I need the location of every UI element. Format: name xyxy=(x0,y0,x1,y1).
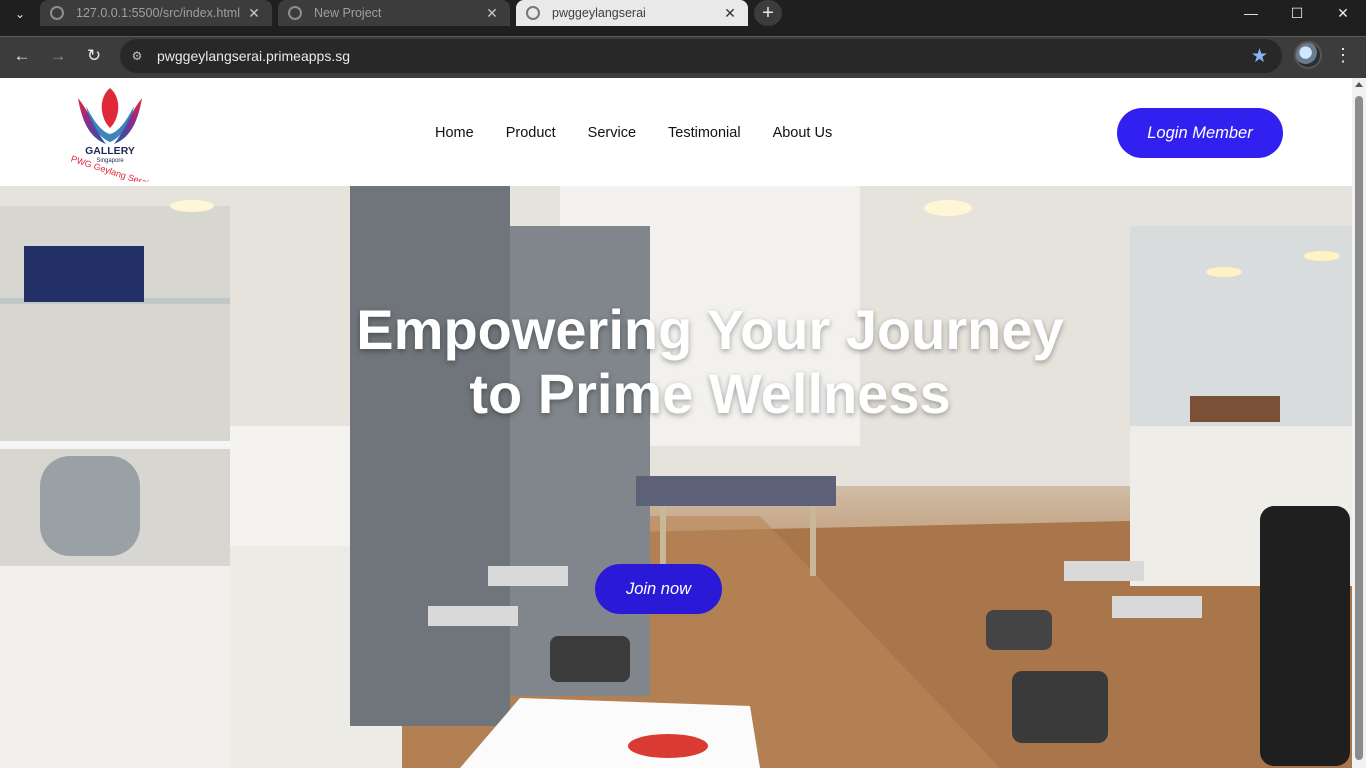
maximize-icon: ☐ xyxy=(1290,4,1304,21)
address-bar[interactable]: ⚙ pwggeylangserai.primeapps.sg ★ xyxy=(120,39,1282,73)
nav-about-us[interactable]: About Us xyxy=(773,125,833,141)
reload-icon: ↻ xyxy=(86,46,102,65)
back-button[interactable]: ← xyxy=(8,42,36,70)
forward-arrow-icon: → xyxy=(49,46,67,65)
page-scrollbar[interactable] xyxy=(1352,78,1366,768)
hero-background-image xyxy=(0,186,1352,768)
hero-section: Empowering Your Journey to Prime Wellnes… xyxy=(0,186,1352,768)
forward-button[interactable]: → xyxy=(44,42,72,70)
hero-title-line1: Empowering Your Journey xyxy=(356,298,1064,361)
scroll-up-arrow-icon[interactable] xyxy=(1355,82,1363,87)
new-tab-button[interactable]: + xyxy=(754,0,782,26)
back-arrow-icon: ← xyxy=(13,46,31,65)
browser-tab-2[interactable]: pwggeylangserai ✕ xyxy=(516,0,748,26)
globe-icon xyxy=(50,6,64,20)
nav-service[interactable]: Service xyxy=(588,125,636,141)
star-icon[interactable]: ★ xyxy=(1251,45,1268,68)
kebab-menu-icon[interactable]: ⋮ xyxy=(1334,43,1352,67)
page-viewport: GALLERY Singapore PWG Geylang Serai Home… xyxy=(0,78,1366,768)
close-tab-icon[interactable]: ✕ xyxy=(722,5,738,22)
plus-icon: + xyxy=(762,1,774,24)
browser-tab-0[interactable]: 127.0.0.1:5500/src/index.html ✕ xyxy=(40,0,272,26)
globe-icon xyxy=(288,6,302,20)
login-member-button[interactable]: Login Member xyxy=(1117,108,1283,158)
globe-icon xyxy=(526,6,540,20)
tab-search-button[interactable]: ⌄ xyxy=(6,2,34,26)
browser-toolbar: ← → ↻ ⚙ pwggeylangserai.primeapps.sg ★ ⋮ xyxy=(0,36,1366,78)
tab-title: New Project xyxy=(314,6,382,20)
hero-title-line2: to Prime Wellness xyxy=(469,362,951,425)
minimize-icon: — xyxy=(1244,5,1258,21)
close-icon: ✕ xyxy=(1337,4,1349,21)
chevron-down-icon: ⌄ xyxy=(14,7,26,21)
join-now-button[interactable]: Join now xyxy=(595,564,722,614)
browser-tab-strip: ⌄ 127.0.0.1:5500/src/index.html ✕ New Pr… xyxy=(0,0,1366,36)
tab-title: pwggeylangserai xyxy=(552,6,646,20)
scrollbar-thumb[interactable] xyxy=(1355,96,1363,760)
gallery-logo[interactable]: GALLERY Singapore PWG Geylang Serai xyxy=(60,82,160,182)
site-header: GALLERY Singapore PWG Geylang Serai Home… xyxy=(0,78,1352,186)
logo-line1: GALLERY xyxy=(85,145,135,157)
nav-product[interactable]: Product xyxy=(506,125,556,141)
reload-button[interactable]: ↻ xyxy=(80,42,108,70)
hero-title: Empowering Your Journey to Prime Wellnes… xyxy=(0,298,1352,426)
profile-avatar[interactable] xyxy=(1294,41,1322,69)
close-tab-icon[interactable]: ✕ xyxy=(246,5,262,22)
close-window-button[interactable]: ✕ xyxy=(1320,0,1366,26)
nav-home[interactable]: Home xyxy=(435,125,474,141)
main-nav: Home Product Service Testimonial About U… xyxy=(435,125,864,141)
tab-title: 127.0.0.1:5500/src/index.html xyxy=(76,6,240,20)
close-tab-icon[interactable]: ✕ xyxy=(484,5,500,22)
nav-testimonial[interactable]: Testimonial xyxy=(668,125,741,141)
site-settings-icon[interactable]: ⚙ xyxy=(128,47,146,65)
url-text[interactable]: pwggeylangserai.primeapps.sg xyxy=(157,48,350,64)
browser-tab-1[interactable]: New Project ✕ xyxy=(278,0,510,26)
minimize-button[interactable]: — xyxy=(1228,0,1274,26)
maximize-button[interactable]: ☐ xyxy=(1274,0,1320,26)
